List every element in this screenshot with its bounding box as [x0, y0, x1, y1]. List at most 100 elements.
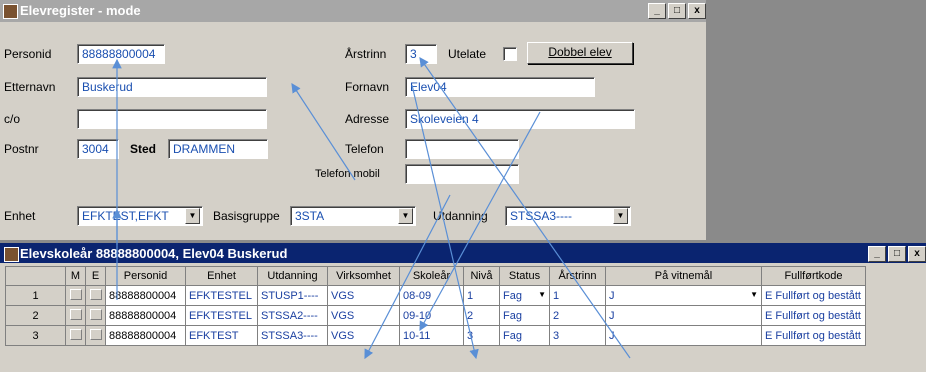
fullfortkode-cell[interactable]: E Fullført og bestått: [761, 285, 866, 306]
grid-minimize-button[interactable]: _: [868, 246, 886, 262]
utdanning-label: Utdanning: [433, 209, 488, 223]
adresse-field[interactable]: Skoleveien 4: [405, 109, 635, 129]
grid-maximize-button[interactable]: □: [888, 246, 906, 262]
close-button[interactable]: x: [688, 3, 706, 19]
table-row[interactable]: 1 88888800004 EFKTESTEL STUSP1---- VGS 0…: [5, 285, 866, 306]
skolear-cell[interactable]: 09-10: [399, 305, 464, 326]
grid-window-controls: _ □ x: [868, 246, 926, 262]
m-checkbox[interactable]: [69, 288, 82, 300]
fullfortkode-cell[interactable]: E Fullført og bestått: [761, 305, 866, 326]
personid-cell[interactable]: 88888800004: [105, 285, 186, 306]
app-icon: [3, 4, 18, 19]
personid-field[interactable]: 88888800004: [77, 44, 165, 64]
dobbel-elev-label: Dobbel elev: [548, 45, 612, 59]
m-cell[interactable]: [65, 305, 86, 326]
col-header-utdanning[interactable]: Utdanning: [257, 266, 328, 286]
virksomhet-cell[interactable]: VGS: [327, 305, 400, 326]
utelate-checkbox[interactable]: [503, 47, 517, 61]
col-header-skolear[interactable]: Skoleår: [399, 266, 464, 286]
e-cell[interactable]: [85, 305, 106, 326]
vitnemal-value: J: [609, 289, 615, 302]
table-row[interactable]: 3 88888800004 EFKTEST STSSA3---- VGS 10-…: [5, 325, 866, 346]
col-header-virksomhet[interactable]: Virksomhet: [327, 266, 400, 286]
personid-cell[interactable]: 88888800004: [105, 305, 186, 326]
status-cell[interactable]: Fag: [499, 325, 550, 346]
enhet-label: Enhet: [4, 209, 36, 223]
status-cell[interactable]: Fag: [499, 305, 550, 326]
col-header-arstrinn[interactable]: Årstrinn: [549, 266, 606, 286]
virksomhet-cell[interactable]: VGS: [327, 325, 400, 346]
utelate-label: Utelate: [448, 47, 487, 61]
enhet-dropdown-icon[interactable]: ▼: [185, 208, 200, 224]
vitnemal-dropdown-icon[interactable]: ▼: [750, 290, 758, 299]
sted-label: Sted: [130, 142, 157, 156]
status-cell[interactable]: Fag ▼: [499, 285, 550, 306]
col-header-status[interactable]: Status: [499, 266, 550, 286]
dobbel-elev-button[interactable]: Dobbel elev: [527, 42, 633, 64]
m-checkbox[interactable]: [69, 308, 82, 320]
arstrinn-cell[interactable]: 2: [549, 305, 606, 326]
m-checkbox[interactable]: [69, 328, 82, 340]
col-header-personid[interactable]: Personid: [105, 266, 186, 286]
arstrinn-field[interactable]: 3: [405, 44, 437, 64]
e-checkbox[interactable]: [89, 288, 102, 300]
personid-cell[interactable]: 88888800004: [105, 325, 186, 346]
skolear-cell[interactable]: 10-11: [399, 325, 464, 346]
col-header-e[interactable]: E: [85, 266, 106, 286]
e-cell[interactable]: [85, 325, 106, 346]
col-header-fullfortkode[interactable]: Fullførtkode: [761, 266, 866, 286]
utdanning-cell[interactable]: STSSA3----: [257, 325, 328, 346]
telefon-mobil-field[interactable]: [405, 164, 519, 184]
utdanning-dropdown-icon[interactable]: ▼: [613, 208, 628, 224]
col-header-enhet[interactable]: Enhet: [185, 266, 258, 286]
status-dropdown-icon[interactable]: ▼: [538, 290, 546, 299]
col-header-m[interactable]: M: [65, 266, 86, 286]
col-header-vitnemal[interactable]: På vitnemål: [605, 266, 762, 286]
utdanning-cell[interactable]: STSSA2----: [257, 305, 328, 326]
etternavn-label: Etternavn: [4, 80, 56, 94]
grid-window-title: Elevskoleår 88888800004, Elev04 Buskerud: [20, 246, 288, 261]
enhet-cell[interactable]: EFKTESTEL: [185, 285, 258, 306]
niva-cell[interactable]: 1: [463, 285, 500, 306]
arstrinn-cell[interactable]: 3: [549, 325, 606, 346]
arstrinn-cell[interactable]: 1: [549, 285, 606, 306]
postnr-field[interactable]: 3004: [77, 139, 119, 159]
enhet-cell[interactable]: EFKTEST: [185, 325, 258, 346]
elevskolear-grid: M E Personid Enhet Utdanning Virksomhet …: [5, 266, 866, 346]
grid-close-button[interactable]: x: [908, 246, 926, 262]
col-header-niva[interactable]: Nivå: [463, 266, 500, 286]
sted-field[interactable]: DRAMMEN: [168, 139, 268, 159]
arstrinn-label: Årstrinn: [345, 47, 387, 61]
basisgruppe-dropdown-icon[interactable]: ▼: [398, 208, 413, 224]
window-controls: _ □ x: [648, 3, 706, 19]
virksomhet-cell[interactable]: VGS: [327, 285, 400, 306]
niva-cell[interactable]: 3: [463, 325, 500, 346]
co-label: c/o: [4, 112, 21, 126]
e-checkbox[interactable]: [89, 328, 102, 340]
skolear-cell[interactable]: 08-09: [399, 285, 464, 306]
col-header-rownum: [5, 266, 66, 286]
co-field[interactable]: [77, 109, 267, 129]
niva-cell[interactable]: 2: [463, 305, 500, 326]
adresse-label: Adresse: [345, 112, 390, 126]
minimize-button[interactable]: _: [648, 3, 666, 19]
etternavn-field[interactable]: Buskerud: [77, 77, 267, 97]
m-cell[interactable]: [65, 285, 86, 306]
telefon-field[interactable]: [405, 139, 519, 159]
utdanning-cell[interactable]: STUSP1----: [257, 285, 328, 306]
e-cell[interactable]: [85, 285, 106, 306]
fornavn-field[interactable]: Elev04: [405, 77, 595, 97]
basisgruppe-value: 3STA: [295, 209, 325, 223]
table-row[interactable]: 2 88888800004 EFKTESTEL STSSA2---- VGS 0…: [5, 305, 866, 326]
enhet-cell[interactable]: EFKTESTEL: [185, 305, 258, 326]
m-cell[interactable]: [65, 325, 86, 346]
vitnemal-cell[interactable]: J ▼: [605, 285, 762, 306]
vitnemal-cell[interactable]: J: [605, 325, 762, 346]
row-number: 3: [5, 325, 66, 346]
personid-label: Personid: [4, 47, 52, 61]
grid-app-icon: [4, 247, 19, 262]
maximize-button[interactable]: □: [668, 3, 686, 19]
e-checkbox[interactable]: [89, 308, 102, 320]
vitnemal-cell[interactable]: J: [605, 305, 762, 326]
fullfortkode-cell[interactable]: E Fullført og bestått: [761, 325, 866, 346]
